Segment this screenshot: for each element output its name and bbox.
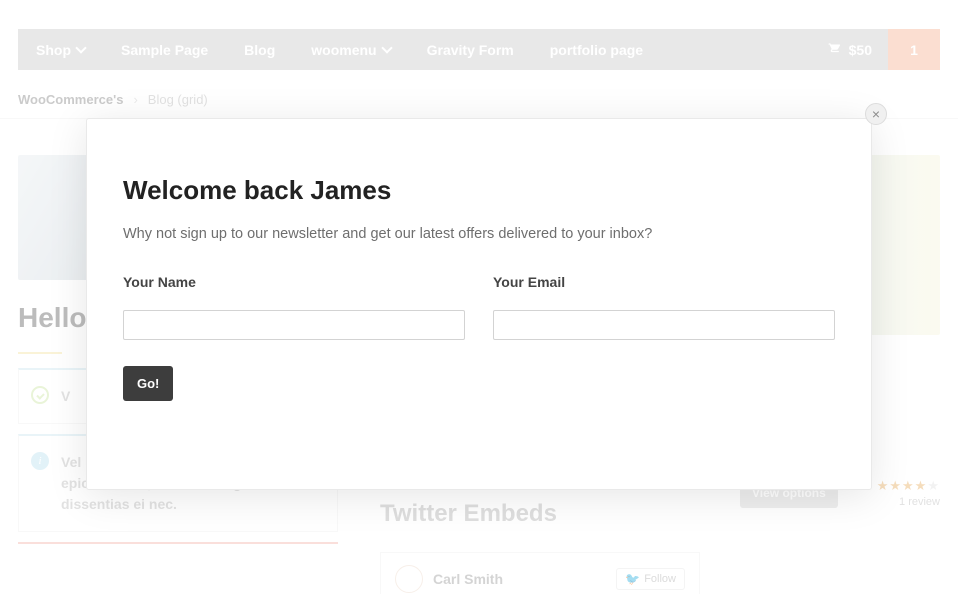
email-label: Your Email [493, 274, 835, 290]
email-input[interactable] [493, 310, 835, 340]
close-button[interactable]: × [865, 103, 887, 125]
name-label: Your Name [123, 274, 465, 290]
newsletter-modal: × Welcome back James Why not sign up to … [86, 118, 872, 490]
submit-button[interactable]: Go! [123, 366, 173, 401]
name-input[interactable] [123, 310, 465, 340]
modal-title: Welcome back James [123, 175, 835, 206]
modal-subtitle: Why not sign up to our newsletter and ge… [123, 226, 835, 242]
close-icon: × [872, 107, 880, 121]
